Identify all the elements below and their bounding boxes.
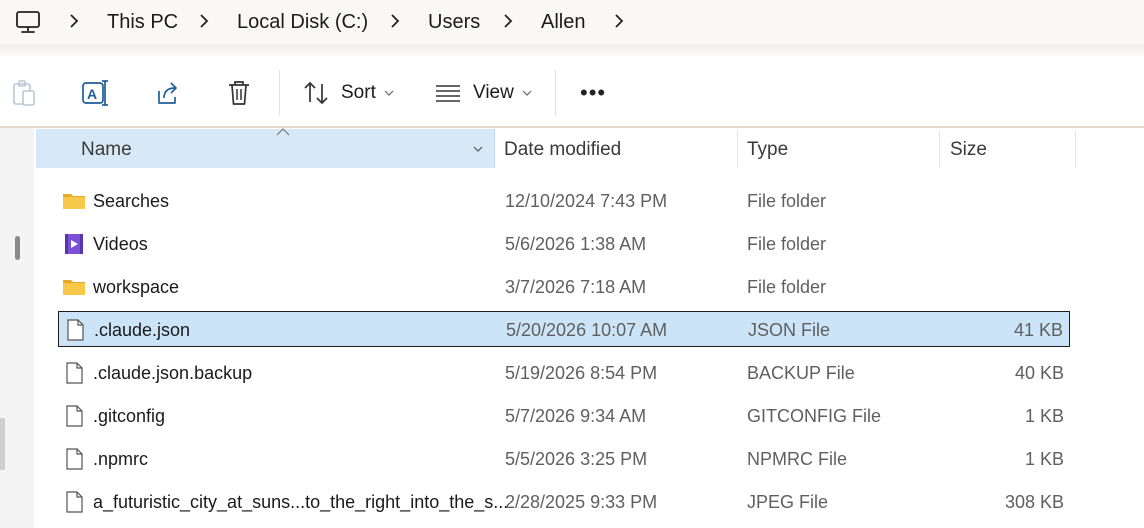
- file-type: BACKUP File: [747, 363, 855, 383]
- svg-text:A: A: [87, 86, 97, 102]
- file-size: 40 KB: [1014, 363, 1064, 383]
- sort-icon: [304, 81, 328, 105]
- sort-ascending-icon: [276, 128, 290, 136]
- file-date: 5/7/2026 9:34 AM: [505, 406, 647, 426]
- file-size: 308 KB: [1004, 492, 1064, 512]
- chevron-right-icon[interactable]: [389, 11, 401, 31]
- toolbar-separator: [555, 70, 556, 116]
- navigation-pane-edge: [0, 128, 34, 528]
- file-name: .gitconfig: [93, 406, 166, 426]
- column-header-name-label: Name: [81, 139, 132, 160]
- chevron-right-icon[interactable]: [502, 11, 514, 31]
- column-header-size[interactable]: Size: [950, 139, 987, 161]
- view-icon: [436, 85, 460, 102]
- column-filter-chevron-icon[interactable]: [471, 142, 485, 156]
- file-date: 2/28/2025 9:33 PM: [505, 492, 658, 512]
- column-header-date[interactable]: Date modified: [504, 139, 621, 161]
- chevron-right-icon[interactable]: [613, 11, 625, 31]
- view-button[interactable]: View: [435, 78, 532, 108]
- sort-label: Sort: [341, 82, 376, 103]
- file-icon: [66, 405, 83, 427]
- file-row[interactable]: .gitconfig 5/7/2026 9:34 AM GITCONFIG Fi…: [58, 398, 1070, 434]
- more-options-button[interactable]: •••: [580, 78, 606, 108]
- file-name: a_futuristic_city_at_suns...to_the_right…: [93, 492, 509, 512]
- file-date: 5/20/2026 10:07 AM: [506, 320, 668, 340]
- breadcrumb-local-disk[interactable]: Local Disk (C:): [237, 10, 368, 34]
- file-name: Searches: [93, 191, 170, 211]
- share-icon[interactable]: [155, 78, 181, 108]
- breadcrumb-users[interactable]: Users: [428, 10, 480, 34]
- paste-icon[interactable]: [11, 78, 37, 108]
- file-name: workspace: [93, 277, 180, 297]
- file-size: 41 KB: [1013, 320, 1063, 340]
- file-row[interactable]: a_futuristic_city_at_suns...to_the_right…: [58, 484, 1070, 520]
- file-type: File folder: [747, 277, 827, 297]
- column-divider[interactable]: [939, 130, 940, 168]
- address-bar-divider: [0, 44, 1144, 58]
- chevron-right-icon[interactable]: [198, 11, 210, 31]
- file-date: 5/19/2026 8:54 PM: [505, 363, 658, 383]
- this-pc-icon[interactable]: [15, 9, 41, 35]
- file-type: File folder: [747, 234, 827, 254]
- chevron-down-icon: [384, 90, 394, 96]
- file-name: .claude.json.backup: [93, 363, 253, 383]
- column-divider[interactable]: [1075, 130, 1076, 168]
- file-date: 3/7/2026 7:18 AM: [505, 277, 647, 297]
- file-date: 5/6/2026 1:38 AM: [505, 234, 647, 254]
- file-row[interactable]: Searches 12/10/2024 7:43 PM File folder: [58, 183, 1070, 219]
- file-date: 5/5/2026 3:25 PM: [505, 449, 648, 469]
- file-date: 12/10/2024 7:43 PM: [505, 191, 668, 211]
- file-type: JSON File: [748, 320, 831, 340]
- delete-icon[interactable]: [227, 78, 251, 108]
- file-row[interactable]: .npmrc 5/5/2026 3:25 PM NPMRC File 1 KB: [58, 441, 1070, 477]
- file-type: GITCONFIG File: [747, 406, 881, 426]
- file-name: .npmrc: [93, 449, 149, 469]
- column-header-type[interactable]: Type: [747, 139, 788, 161]
- file-size: 1 KB: [1024, 406, 1064, 426]
- folder-icon: [63, 194, 85, 209]
- command-bar: A Sort View •••: [0, 58, 1144, 128]
- view-label: View: [473, 82, 514, 103]
- breadcrumb-this-pc[interactable]: This PC: [107, 10, 178, 34]
- breadcrumb-allen[interactable]: Allen: [541, 10, 585, 34]
- file-type: JPEG File: [747, 492, 829, 512]
- file-row-selected[interactable]: .claude.json 5/20/2026 10:07 AM JSON Fil…: [58, 311, 1070, 347]
- videos-folder-icon: [65, 234, 83, 254]
- sort-button[interactable]: Sort: [303, 78, 394, 108]
- file-size: 1 KB: [1024, 449, 1064, 469]
- toolbar-divider: [0, 126, 1144, 128]
- file-icon: [67, 319, 84, 341]
- file-icon: [66, 448, 83, 470]
- chevron-right-icon[interactable]: [68, 11, 80, 31]
- chevron-down-icon: [522, 90, 532, 96]
- column-divider[interactable]: [737, 130, 738, 168]
- nav-scrollbar-thumb-secondary[interactable]: [0, 418, 5, 470]
- address-bar[interactable]: This PC Local Disk (C:) Users Allen: [0, 0, 1144, 44]
- file-icon: [66, 362, 83, 384]
- rename-icon[interactable]: A: [81, 78, 109, 108]
- file-type: NPMRC File: [747, 449, 848, 469]
- file-name: .claude.json: [94, 320, 191, 340]
- file-row[interactable]: Videos 5/6/2026 1:38 AM File folder: [58, 226, 1070, 262]
- nav-scrollbar-thumb[interactable]: [15, 236, 20, 260]
- folder-icon: [63, 280, 85, 295]
- file-name: Videos: [93, 234, 148, 254]
- file-row[interactable]: .claude.json.backup 5/19/2026 8:54 PM BA…: [58, 355, 1070, 391]
- toolbar-separator: [279, 70, 280, 116]
- file-type: File folder: [747, 191, 827, 211]
- file-row[interactable]: workspace 3/7/2026 7:18 AM File folder: [58, 269, 1070, 305]
- file-icon: [66, 491, 83, 513]
